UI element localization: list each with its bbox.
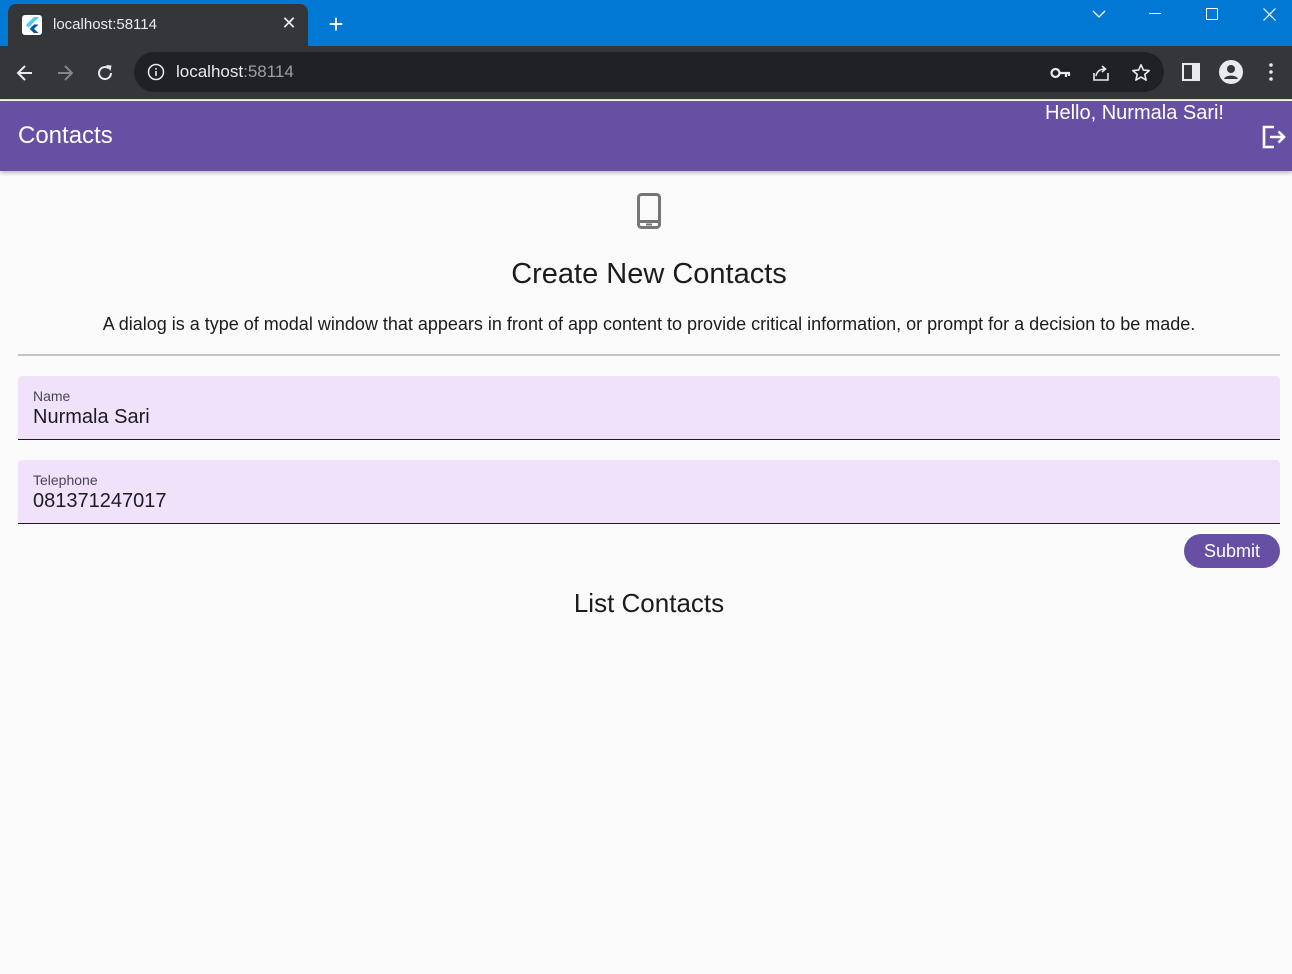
tab-title: localhost:58114 (53, 16, 157, 33)
browser-toolbar: localhost:58114 (0, 46, 1292, 100)
url-text: localhost:58114 (176, 62, 294, 82)
form-description: A dialog is a type of modal window that … (102, 314, 1196, 334)
key-icon[interactable] (1049, 61, 1073, 85)
logout-icon[interactable] (1258, 121, 1290, 153)
share-icon[interactable] (1089, 61, 1113, 85)
info-icon[interactable] (147, 63, 165, 81)
section-divider (18, 354, 1280, 356)
list-contacts-title: List Contacts (573, 588, 725, 618)
reload-icon[interactable] (90, 58, 120, 88)
kebab-menu-icon[interactable] (1258, 59, 1284, 85)
name-field[interactable]: Name (18, 376, 1280, 440)
telephone-input[interactable] (33, 490, 1233, 513)
minimize-icon[interactable] (1133, 0, 1177, 28)
new-tab-button[interactable]: + (322, 10, 350, 38)
name-input[interactable] (33, 406, 1233, 429)
tab-search-icon[interactable] (1077, 0, 1121, 28)
browser-tabstrip: localhost:58114 ✕ + (0, 0, 1292, 46)
submit-button[interactable]: Submit (1184, 534, 1280, 568)
greeting-text: Hello, Nurmala Sari! (1045, 102, 1224, 124)
telephone-field-label: Telephone (33, 472, 98, 488)
forward-arrow-icon[interactable] (50, 58, 80, 88)
profile-avatar-icon[interactable] (1218, 59, 1244, 85)
maximize-icon[interactable] (1190, 0, 1234, 28)
app-bar-title: Contacts (18, 122, 113, 149)
tab-close-icon[interactable]: ✕ (278, 12, 300, 34)
app-bar: Contacts Hello, Nurmala Sari! (0, 101, 1292, 171)
toolbar-divider (0, 99, 1292, 100)
form-headline: Create New Contacts (511, 258, 787, 290)
telephone-field[interactable]: Telephone (18, 460, 1280, 524)
name-field-label: Name (33, 388, 71, 404)
bookmark-star-icon[interactable] (1129, 61, 1153, 85)
back-arrow-icon[interactable] (10, 58, 40, 88)
address-bar[interactable]: localhost:58114 (134, 52, 1164, 92)
url-port: :58114 (243, 62, 294, 81)
side-panel-icon[interactable] (1178, 59, 1204, 85)
phone-icon (634, 191, 664, 231)
flutter-favicon-icon (22, 15, 42, 35)
url-host: localhost (176, 62, 244, 81)
close-window-icon[interactable] (1247, 0, 1291, 28)
browser-tab[interactable]: localhost:58114 ✕ (8, 4, 308, 46)
